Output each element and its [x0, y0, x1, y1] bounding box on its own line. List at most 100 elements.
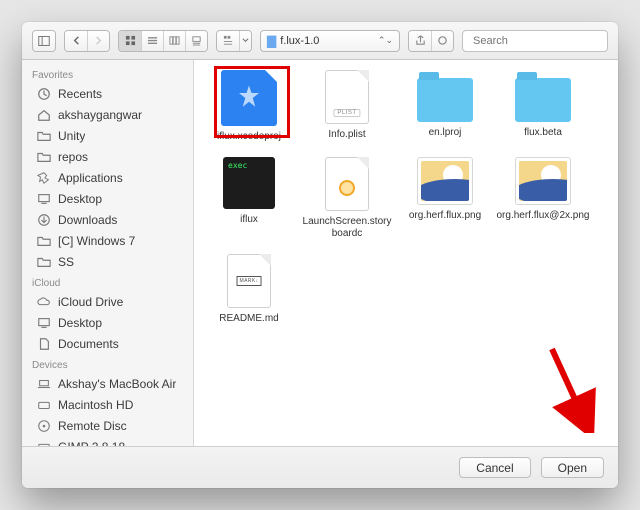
folder-icon	[417, 78, 473, 122]
laptop-icon	[36, 376, 51, 391]
column-view-button[interactable]	[163, 31, 185, 51]
sidebar-item[interactable]: Macintosh HD	[22, 394, 193, 415]
view-group	[118, 30, 208, 52]
folder-icon: ▇	[267, 34, 276, 48]
search-field[interactable]	[462, 30, 608, 52]
file-item[interactable]: flux.beta	[494, 70, 592, 143]
file-name-label: flux.beta	[524, 127, 562, 139]
cancel-button[interactable]: Cancel	[459, 457, 530, 478]
download-icon	[36, 212, 51, 227]
search-input[interactable]	[473, 35, 615, 47]
chevron-updown-icon: ⌃⌄	[378, 35, 393, 46]
file-item[interactable]: en.lproj	[396, 70, 494, 143]
clock-icon	[36, 86, 51, 101]
sidebar-item-label: Akshay's MacBook Air	[58, 377, 176, 391]
sidebar-item[interactable]: SS	[22, 251, 193, 272]
disk-icon	[36, 439, 51, 446]
sidebar-section-header: iCloud	[22, 272, 193, 291]
sidebar-item[interactable]: akshaygangwar	[22, 104, 193, 125]
file-item[interactable]: LaunchScreen.storyboardc	[298, 157, 396, 240]
file-name-label: Info.plist	[328, 129, 365, 141]
path-label: f.lux-1.0	[280, 35, 374, 47]
desktop-icon	[36, 191, 51, 206]
home-icon	[36, 107, 51, 122]
sidebar-item-label: Remote Disc	[58, 419, 127, 433]
file-item[interactable]: PLIST Info.plist	[298, 70, 396, 143]
file-item[interactable]: org.herf.flux.png	[396, 157, 494, 240]
forward-button[interactable]	[87, 31, 109, 51]
arrange-button[interactable]	[217, 31, 239, 51]
sidebar-item[interactable]: repos	[22, 146, 193, 167]
folder-icon	[515, 78, 571, 122]
arrange-chevron[interactable]	[239, 31, 251, 51]
sidebar-item[interactable]: Desktop	[22, 188, 193, 209]
sidebar-item-label: SS	[58, 255, 74, 269]
file-item[interactable]: iflux.xcodeproj	[200, 70, 298, 143]
sidebar-item-label: Unity	[58, 129, 85, 143]
sidebar-item-label: repos	[58, 150, 88, 164]
sidebar-item-label: Documents	[58, 337, 119, 351]
file-name-label: org.herf.flux.png	[409, 210, 481, 222]
sidebar-section-header: Devices	[22, 354, 193, 373]
arrange-group	[216, 30, 252, 52]
sidebar-item-label: Macintosh HD	[58, 398, 133, 412]
sidebar-item-label: Applications	[58, 171, 123, 185]
file-name-label: iflux.xcodeproj	[217, 131, 281, 143]
sidebar: Favorites Recents akshaygangwar Unity repos A…	[22, 60, 194, 446]
nav-group	[64, 30, 110, 52]
sidebar-item[interactable]: Documents	[22, 333, 193, 354]
sidebar-item[interactable]: Desktop	[22, 312, 193, 333]
folder-icon	[36, 149, 51, 164]
file-item[interactable]: org.herf.flux@2x.png	[494, 157, 592, 240]
sidebar-toggle-button[interactable]	[33, 31, 55, 51]
list-view-button[interactable]	[141, 31, 163, 51]
tags-button[interactable]	[431, 31, 453, 51]
sidebar-item-label: iCloud Drive	[58, 295, 123, 309]
sidebar-item[interactable]: iCloud Drive	[22, 291, 193, 312]
coverflow-view-button[interactable]	[185, 31, 207, 51]
file-name-label: LaunchScreen.storyboardc	[300, 216, 394, 240]
desktop-icon	[36, 315, 51, 330]
file-item[interactable]: MARK↓README.md	[200, 254, 298, 325]
sidebar-toggle-group	[32, 30, 56, 52]
doc-icon	[36, 336, 51, 351]
file-grid[interactable]: iflux.xcodeproj PLIST Info.plist en.lproj fl…	[194, 60, 618, 446]
sidebar-item[interactable]: GIMP 2.8.18	[22, 436, 193, 446]
sidebar-item[interactable]: Downloads	[22, 209, 193, 230]
xcodeproj-icon	[221, 70, 277, 126]
app-icon	[36, 170, 51, 185]
action-group	[408, 30, 454, 52]
sidebar-item-label: Desktop	[58, 192, 102, 206]
disc-icon	[36, 418, 51, 433]
sidebar-item[interactable]: [C] Windows 7	[22, 230, 193, 251]
file-name-label: iflux	[240, 214, 258, 226]
disk-icon	[36, 397, 51, 412]
plist-icon: PLIST	[325, 70, 369, 124]
file-item[interactable]: iflux	[200, 157, 298, 240]
folder-icon	[36, 254, 51, 269]
path-popup[interactable]: ▇ f.lux-1.0 ⌃⌄	[260, 30, 400, 52]
back-button[interactable]	[65, 31, 87, 51]
cloud-icon	[36, 294, 51, 309]
sidebar-item-label: [C] Windows 7	[58, 234, 135, 248]
sidebar-item[interactable]: Recents	[22, 83, 193, 104]
file-name-label: org.herf.flux@2x.png	[497, 210, 590, 222]
sidebar-item[interactable]: Remote Disc	[22, 415, 193, 436]
share-button[interactable]	[409, 31, 431, 51]
image-icon	[417, 157, 473, 205]
file-name-label: en.lproj	[429, 127, 462, 139]
sidebar-item-label: Downloads	[58, 213, 117, 227]
sidebar-section-header: Favorites	[22, 64, 193, 83]
toolbar: ▇ f.lux-1.0 ⌃⌄	[22, 22, 618, 60]
sidebar-item[interactable]: Akshay's MacBook Air	[22, 373, 193, 394]
open-button[interactable]: Open	[541, 457, 604, 478]
sidebar-item[interactable]: Unity	[22, 125, 193, 146]
sidebar-item-label: Desktop	[58, 316, 102, 330]
file-name-label: README.md	[219, 313, 278, 325]
icon-view-button[interactable]	[119, 31, 141, 51]
sidebar-item-label: Recents	[58, 87, 102, 101]
sidebar-item[interactable]: Applications	[22, 167, 193, 188]
folder-icon	[36, 128, 51, 143]
sidebar-item-label: akshaygangwar	[58, 108, 142, 122]
image-icon	[515, 157, 571, 205]
